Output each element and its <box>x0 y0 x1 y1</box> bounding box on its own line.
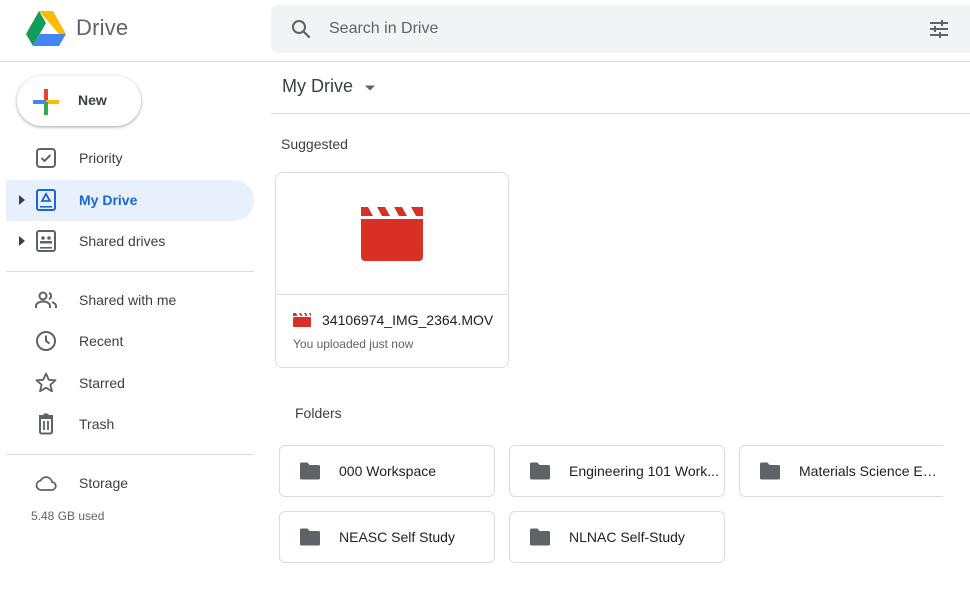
sidebar-item-label: Starred <box>79 375 125 391</box>
star-icon <box>35 372 57 393</box>
page-title[interactable]: My Drive <box>282 76 353 97</box>
sidebar-divider <box>6 454 254 455</box>
folder-name: Materials Science En... <box>799 463 941 479</box>
folder-item[interactable]: NEASC Self Study <box>279 511 495 563</box>
sidebar-divider <box>6 271 254 272</box>
new-button-label: New <box>78 92 107 108</box>
sidebar-item-storage[interactable]: Storage <box>6 463 254 504</box>
sidebar-item-label: Recent <box>79 333 124 349</box>
cloud-icon <box>35 476 57 491</box>
sidebar-item-label: Shared drives <box>79 233 166 249</box>
folder-name: Engineering 101 Work... <box>569 463 719 479</box>
shared-with-me-icon <box>35 291 57 308</box>
search-bar[interactable] <box>271 5 970 53</box>
search-options-icon[interactable] <box>927 17 951 41</box>
caret-down-icon[interactable] <box>364 84 376 92</box>
folder-name: 000 Workspace <box>339 463 437 479</box>
new-button[interactable]: New <box>17 76 141 126</box>
folder-icon <box>530 528 550 546</box>
search-icon[interactable] <box>289 17 313 41</box>
sidebar-item-starred[interactable]: Starred <box>6 363 254 404</box>
sidebar-item-priority[interactable]: Priority <box>6 138 254 179</box>
folder-item[interactable]: NLNAC Self-Study <box>509 511 725 563</box>
sidebar-item-label: Shared with me <box>79 292 177 308</box>
file-subtitle: You uploaded just now <box>293 337 414 351</box>
storage-used-text: 5.48 GB used <box>31 509 105 523</box>
video-file-icon <box>293 313 311 327</box>
folder-item[interactable]: 000 Workspace <box>279 445 495 497</box>
sidebar-item-label: My Drive <box>79 192 138 208</box>
folder-name: NEASC Self Study <box>339 529 455 545</box>
folder-icon <box>760 462 780 480</box>
folder-item[interactable]: Engineering 101 Work... <box>509 445 725 497</box>
expand-arrow-icon[interactable] <box>18 195 26 205</box>
my-drive-icon <box>36 189 56 211</box>
plus-icon <box>33 89 59 115</box>
recent-icon <box>36 331 56 351</box>
sidebar-item-shared-with-me[interactable]: Shared with me <box>6 280 254 321</box>
shared-drives-icon <box>36 230 56 252</box>
trash-icon <box>39 413 53 435</box>
drive-logo-icon[interactable] <box>26 11 66 47</box>
priority-icon <box>36 148 56 168</box>
sidebar-item-shared-drives[interactable]: Shared drives <box>6 221 254 262</box>
sidebar-item-label: Storage <box>79 475 129 491</box>
sidebar-item-label: Trash <box>79 416 115 432</box>
file-thumbnail <box>276 173 508 295</box>
folder-icon <box>300 462 320 480</box>
sidebar-item-my-drive[interactable]: My Drive <box>6 180 254 221</box>
brand-title: Drive <box>76 15 129 40</box>
folder-icon <box>300 528 320 546</box>
app-header: Drive <box>0 0 970 62</box>
folder-icon <box>530 462 550 480</box>
sidebar-item-label: Priority <box>79 150 123 166</box>
video-thumbnail-icon <box>361 207 423 261</box>
suggested-file-card[interactable]: 34106974_IMG_2364.MOV You uploaded just … <box>275 172 509 368</box>
sidebar-item-recent[interactable]: Recent <box>6 321 254 362</box>
suggested-heading: Suggested <box>281 136 348 152</box>
folders-heading: Folders <box>295 405 342 421</box>
expand-arrow-icon[interactable] <box>18 236 26 246</box>
folder-item[interactable]: Materials Science En... <box>739 445 943 497</box>
folder-name: NLNAC Self-Study <box>569 529 685 545</box>
search-input[interactable] <box>329 15 889 43</box>
file-name: 34106974_IMG_2364.MOV <box>322 312 494 328</box>
main-divider <box>271 113 970 114</box>
sidebar-item-trash[interactable]: Trash <box>6 404 254 445</box>
